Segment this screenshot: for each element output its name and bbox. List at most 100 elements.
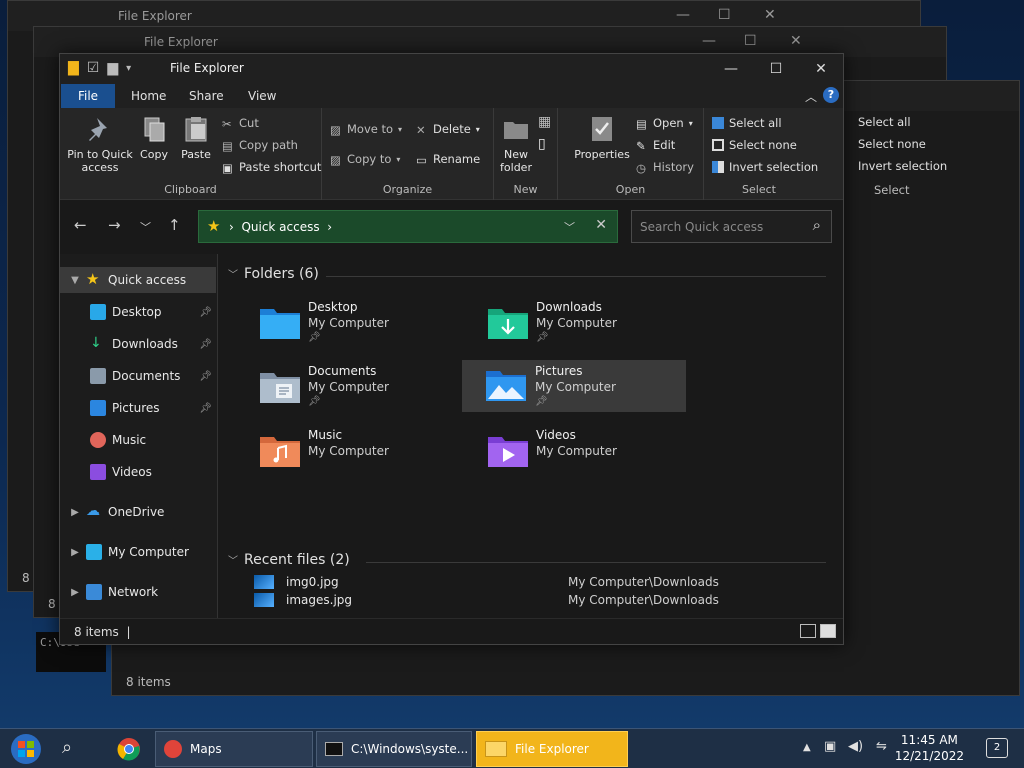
select-none-button[interactable]: Select none xyxy=(712,138,797,152)
search-box[interactable]: Search Quick access ⌕ xyxy=(631,210,832,243)
folder-tile-documents[interactable]: Documents My Computer 📌︎ xyxy=(246,362,470,414)
taskbar-clock[interactable]: 11:45 AM 12/21/2022 xyxy=(895,732,964,764)
folder-icon: ▇ xyxy=(68,60,79,76)
paste-button[interactable]: Paste xyxy=(176,114,216,161)
minimize-button[interactable]: — xyxy=(708,54,754,84)
tab-share[interactable]: Share xyxy=(176,84,237,108)
tab-view[interactable]: View xyxy=(235,84,289,108)
folder-name: Pictures xyxy=(535,364,583,378)
collapse-chevron-icon[interactable]: ﹀ xyxy=(228,270,238,281)
folder-tile-downloads[interactable]: Downloads My Computer 📌︎ xyxy=(474,298,698,350)
large-icons-view-icon[interactable] xyxy=(820,624,836,638)
tab-file[interactable]: File xyxy=(61,84,115,108)
new-item-icon[interactable]: ▦ xyxy=(538,114,551,130)
forward-arrow-icon[interactable]: → xyxy=(108,216,121,234)
desktop-folder-icon xyxy=(260,309,300,339)
nav-downloads[interactable]: ↓ Downloads 📌︎ xyxy=(60,331,216,357)
qat-dropdown-icon[interactable]: ▾ xyxy=(126,63,131,74)
search-icon[interactable]: ⌕ xyxy=(813,216,821,234)
bg-select-label: Select xyxy=(874,183,910,197)
expand-arrow-icon[interactable]: ▶ xyxy=(68,507,82,518)
show-hidden-icons-icon[interactable]: ▲ xyxy=(803,742,811,753)
close-button[interactable]: ✕ xyxy=(798,54,844,84)
folder-tile-music[interactable]: Music My Computer xyxy=(246,426,470,478)
address-dropdown-icon[interactable]: ﹀ xyxy=(564,219,575,235)
notifications-icon[interactable]: 2 xyxy=(986,738,1008,758)
expand-arrow-icon[interactable]: ▶ xyxy=(68,587,82,598)
expand-arrow-icon[interactable]: ▼ xyxy=(68,275,82,286)
history-icon: ◷ xyxy=(636,161,647,175)
minimize-icon[interactable]: — xyxy=(676,7,690,23)
maximize-icon[interactable]: ☐ xyxy=(718,7,731,23)
recent-file-row[interactable]: img0.jpg My Computer\Downloads xyxy=(248,572,808,596)
taskbar-cmd[interactable]: C:\Windows\syste... xyxy=(316,731,472,767)
properties-icon xyxy=(592,117,612,141)
recent-files-heading[interactable]: ﹀ Recent files (2) xyxy=(228,552,828,568)
copy-button[interactable]: Copy xyxy=(136,114,172,161)
minimize-icon[interactable]: — xyxy=(702,33,716,49)
taskbar-file-explorer[interactable]: File Explorer xyxy=(476,731,628,767)
invert-selection-button[interactable]: Invert selection xyxy=(712,160,818,174)
nav-pictures[interactable]: Pictures 📌︎ xyxy=(60,395,216,421)
address-clear-icon[interactable]: ✕ xyxy=(595,217,607,233)
minimize-ribbon-icon[interactable]: ︿ xyxy=(805,88,817,105)
folder-tile-pictures[interactable]: Pictures My Computer 📌︎ xyxy=(462,360,686,412)
search-icon[interactable]: ⌕ xyxy=(62,737,72,758)
folders-heading[interactable]: ﹀ Folders (6) xyxy=(228,266,828,282)
new-folder-qat-icon[interactable]: ▆ xyxy=(107,60,118,76)
paste-shortcut-button[interactable]: ▣ Paste shortcut xyxy=(222,160,321,175)
edit-button[interactable]: ✎ Edit xyxy=(636,138,675,153)
details-view-icon[interactable] xyxy=(800,624,816,638)
file-explorer-window[interactable]: ▇ ☑ ▆ ▾ File Explorer — ☐ ✕ File Home Sh… xyxy=(59,53,844,645)
nav-quick-access[interactable]: ▼ ★ Quick access xyxy=(60,267,216,293)
nav-videos[interactable]: Videos xyxy=(60,459,216,485)
rename-button[interactable]: ▭ Rename xyxy=(416,152,480,167)
nav-onedrive[interactable]: ▶ ☁ OneDrive xyxy=(60,499,216,525)
bg-select-none[interactable]: Select none xyxy=(858,137,926,151)
properties-qat-icon[interactable]: ☑ xyxy=(87,60,100,76)
pin-to-quick-access-button[interactable]: Pin to Quick access xyxy=(64,114,136,174)
start-button[interactable] xyxy=(6,731,46,767)
tab-home[interactable]: Home xyxy=(118,84,179,108)
input-settings-icon[interactable]: ⇋ xyxy=(876,739,887,754)
copy-to-button[interactable]: ▨ Copy to ▾ xyxy=(330,152,400,167)
folder-tile-desktop[interactable]: Desktop My Computer 📌︎ xyxy=(246,298,470,350)
help-icon[interactable]: ? xyxy=(823,87,839,103)
nav-music[interactable]: Music xyxy=(60,427,216,453)
nav-desktop[interactable]: Desktop 📌︎ xyxy=(60,299,216,325)
expand-arrow-icon[interactable]: ▶ xyxy=(68,547,82,558)
folder-tile-videos[interactable]: Videos My Computer xyxy=(474,426,698,478)
move-to-button[interactable]: ▨ Move to ▾ xyxy=(330,122,402,137)
star-icon: ★ xyxy=(207,217,221,235)
address-bar[interactable]: ★ › Quick access › ﹀ ✕ xyxy=(198,210,618,243)
up-arrow-icon[interactable]: ↑ xyxy=(168,216,181,234)
close-icon[interactable]: ✕ xyxy=(764,7,776,23)
close-icon[interactable]: ✕ xyxy=(790,33,802,49)
nav-network[interactable]: ▶ Network xyxy=(60,579,216,605)
taskbar-maps[interactable]: Maps xyxy=(155,731,313,767)
select-all-button[interactable]: Select all xyxy=(712,116,782,130)
copy-path-button[interactable]: ▤ Copy path xyxy=(222,138,298,153)
recent-locations-icon[interactable]: ﹀ xyxy=(140,219,151,235)
bg-invert-selection[interactable]: Invert selection xyxy=(858,159,947,173)
properties-button[interactable]: Properties xyxy=(572,114,632,161)
network-tray-icon[interactable]: ▣ xyxy=(824,739,836,754)
delete-button[interactable]: ✕ Delete ▾ xyxy=(416,122,480,137)
maximize-icon[interactable]: ☐ xyxy=(744,33,757,49)
easy-access-icon[interactable]: ▯ xyxy=(538,136,546,152)
chrome-icon[interactable] xyxy=(117,737,141,761)
collapse-chevron-icon[interactable]: ﹀ xyxy=(228,556,238,567)
history-button[interactable]: ◷ History xyxy=(636,160,694,175)
titlebar[interactable]: ▇ ☑ ▆ ▾ File Explorer — ☐ ✕ xyxy=(60,54,843,84)
bg-select-all-label: Select all xyxy=(858,115,911,129)
open-button[interactable]: ▤ Open ▾ xyxy=(636,116,693,131)
maximize-button[interactable]: ☐ xyxy=(753,54,799,84)
nav-documents[interactable]: Documents 📌︎ xyxy=(60,363,216,389)
nav-my-computer[interactable]: ▶ My Computer xyxy=(60,539,216,565)
back-arrow-icon[interactable]: ← xyxy=(74,216,87,234)
ribbon-group-clipboard: Pin to Quick access Copy Paste ✂ Cut ▤ Cop… xyxy=(60,108,322,200)
cut-button[interactable]: ✂ Cut xyxy=(222,116,259,131)
volume-icon[interactable]: ◀) xyxy=(848,739,863,754)
bg-select-all[interactable]: Select all xyxy=(858,115,911,129)
new-folder-button[interactable]: New folder xyxy=(496,114,536,174)
